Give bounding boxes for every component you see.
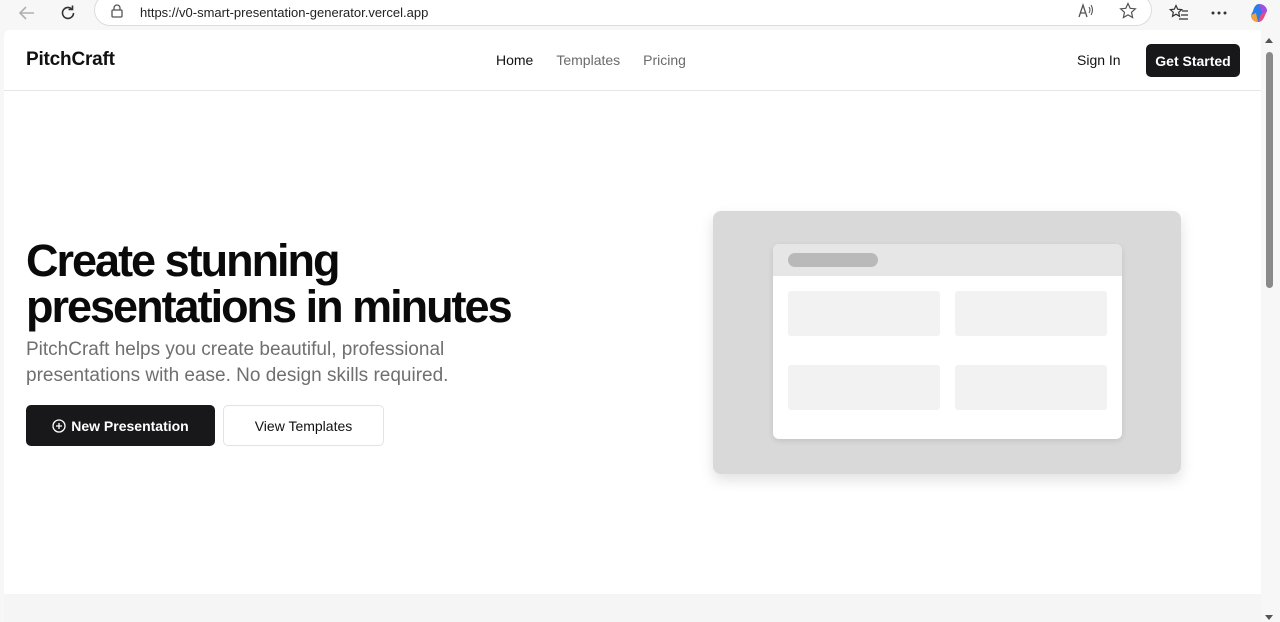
nav-templates[interactable]: Templates — [556, 52, 620, 68]
back-arrow-icon — [18, 6, 34, 20]
new-presentation-label: New Presentation — [71, 417, 189, 434]
page-scrollbar[interactable] — [1262, 30, 1280, 622]
sign-in-link[interactable]: Sign In — [1077, 52, 1121, 68]
scroll-down-arrow-icon[interactable] — [1265, 615, 1273, 620]
plus-circle-icon — [52, 418, 66, 433]
view-templates-label: View Templates — [254, 417, 353, 434]
preview-window — [773, 244, 1122, 439]
scrollbar-thumb[interactable] — [1266, 52, 1273, 288]
refresh-icon — [61, 5, 75, 20]
back-button[interactable] — [12, 0, 42, 26]
lock-icon — [111, 4, 123, 23]
read-aloud-icon[interactable] — [1077, 2, 1095, 24]
next-section-band — [4, 594, 1261, 622]
preview-tile — [788, 291, 940, 336]
preview-tile — [788, 365, 940, 410]
new-presentation-button[interactable]: New Presentation — [26, 405, 215, 446]
favorites-list-icon — [1169, 4, 1188, 20]
address-bar[interactable]: https://v0-smart-presentation-generator.… — [94, 0, 1152, 26]
preview-title-placeholder — [788, 253, 878, 267]
hero-title: Create stunning presentations in minutes — [26, 238, 586, 330]
copilot-button[interactable] — [1246, 1, 1272, 25]
get-started-button[interactable]: Get Started — [1146, 44, 1240, 77]
brand-logo[interactable]: PitchCraft — [26, 49, 115, 71]
presentation-preview-illustration — [713, 211, 1181, 474]
scroll-up-arrow-icon[interactable] — [1265, 38, 1273, 43]
web-page: PitchCraft Home Templates Pricing Sign I… — [4, 30, 1261, 622]
main-nav: Home Templates Pricing — [496, 52, 709, 68]
favorites-button[interactable] — [1166, 1, 1192, 25]
more-dots-icon — [1211, 11, 1227, 15]
hero-title-line-2: presentations in minutes — [26, 281, 513, 332]
preview-tile — [955, 365, 1107, 410]
copilot-icon — [1251, 4, 1267, 22]
site-header: PitchCraft Home Templates Pricing Sign I… — [4, 30, 1261, 91]
preview-titlebar — [773, 244, 1122, 276]
view-templates-button[interactable]: View Templates — [223, 405, 384, 446]
url-text[interactable]: https://v0-smart-presentation-generator.… — [140, 5, 428, 20]
hero-title-line-1: Create stunning — [26, 235, 341, 286]
nav-home[interactable]: Home — [496, 52, 533, 68]
more-options-button[interactable] — [1206, 1, 1232, 25]
refresh-button[interactable] — [53, 0, 83, 26]
hero-subtitle: PitchCraft helps you create beautiful, p… — [26, 339, 449, 386]
nav-pricing[interactable]: Pricing — [643, 52, 686, 68]
favorite-star-icon[interactable] — [1119, 2, 1137, 25]
preview-tile — [955, 291, 1107, 336]
browser-toolbar: https://v0-smart-presentation-generator.… — [0, 0, 1280, 30]
